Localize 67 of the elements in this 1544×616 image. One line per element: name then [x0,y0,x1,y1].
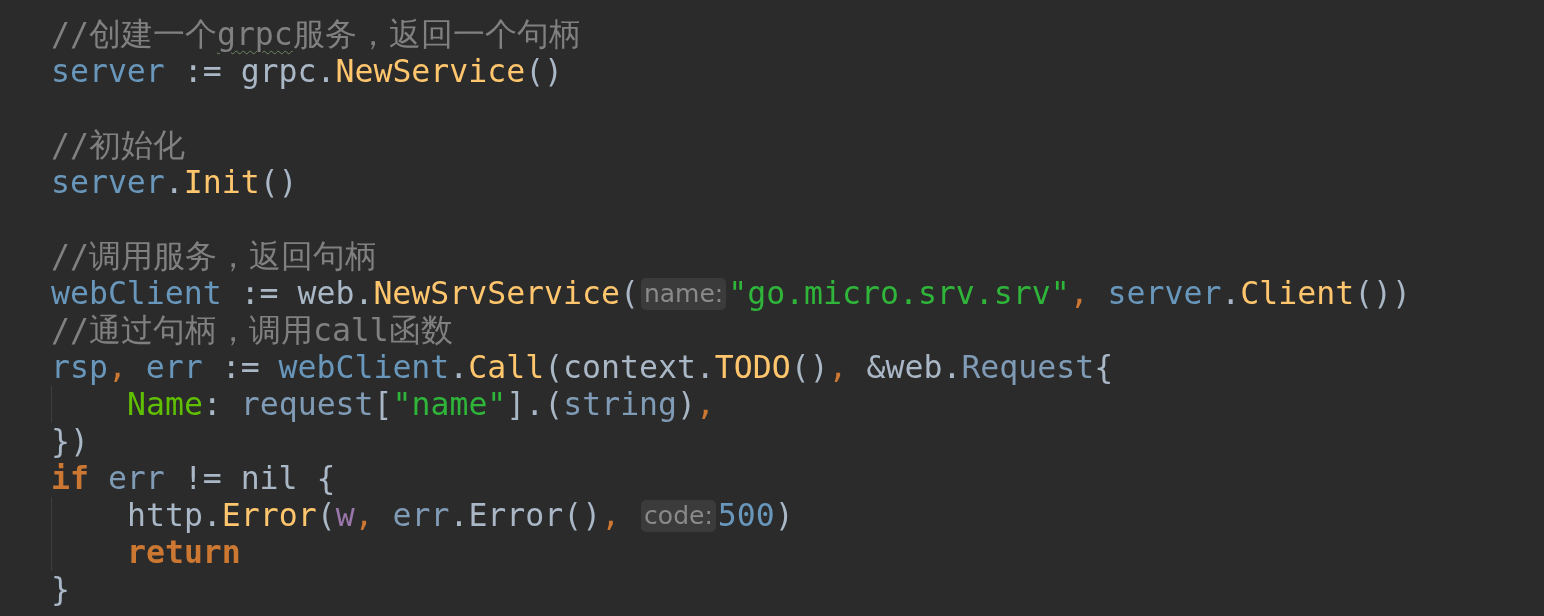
code-token: ()) [1354,275,1412,312]
code-token: (context. [544,349,715,386]
code-token: () [790,349,829,386]
code-token: := grpc. [182,53,336,90]
code-string: "name" [392,386,507,423]
code-token: server [51,164,165,201]
code-comment: //通过句柄，调用 [51,312,313,349]
code-token: := [220,349,261,386]
code-token: ].( [506,386,564,423]
code-token: &web. [866,349,962,386]
parameter-hint: name: [640,277,727,310]
code-token: , [601,497,622,534]
code-token: err [145,349,203,386]
code-token: Request [961,349,1095,386]
code-comment: 函数 [388,312,453,349]
code-token: [ [373,386,393,423]
code-comment: 服务，返回一个句柄 [292,16,581,53]
code-comment: grpc [216,16,293,53]
code-token: , [1069,275,1090,312]
code-token: server [51,53,165,90]
code-token: rsp [51,349,108,386]
code-token: != nil { [182,460,336,497]
code-comment: call [312,312,389,349]
code-token: TODO [714,349,791,386]
code-token: . [449,349,469,386]
code-token: ( [619,275,639,312]
code-token: err [106,460,165,497]
code-keyword: if [51,460,89,497]
code-token: Client [1240,275,1355,312]
code-token: : [202,386,223,423]
code-token: { [1094,349,1114,386]
code-token: ( [316,497,336,534]
code-token: , [696,386,715,423]
code-token: webClient [278,349,450,386]
code-comment: //创建一个 [51,16,217,53]
code-comment: //初始化 [51,127,185,164]
code-token: . [164,164,184,201]
code-token: server [1107,275,1222,312]
code-token: , [828,349,849,386]
code-token: ) [774,497,794,534]
code-token: string [563,386,678,423]
code-token: NewService [335,53,526,90]
code-token: Init [183,164,260,201]
code-token: .Error() [449,497,602,534]
code-token: webClient [51,275,222,312]
code-token: () [525,53,564,90]
code-token: } [51,571,70,608]
code-token: http. [127,497,222,534]
code-token: NewSrvService [373,275,620,312]
code-keyword: return [127,534,241,571]
code-token: w [335,497,355,534]
code-token: . [1221,275,1241,312]
code-token: Name [127,386,203,423]
parameter-hint: code: [641,499,716,532]
code-token: Error [221,497,317,534]
code-number: 500 [717,497,775,534]
code-token: := web. [239,275,374,312]
code-token: ) [677,386,696,423]
code-token: }) [51,423,89,460]
code-token: () [259,164,298,201]
code-token: request [240,386,374,423]
code-token: , [107,349,128,386]
code-token: Call [468,349,545,386]
code-comment: //调用服务，返回句柄 [51,238,377,275]
code-string: "go.micro.srv.srv" [728,275,1070,312]
code-token: err [392,497,450,534]
code-token: , [354,497,375,534]
